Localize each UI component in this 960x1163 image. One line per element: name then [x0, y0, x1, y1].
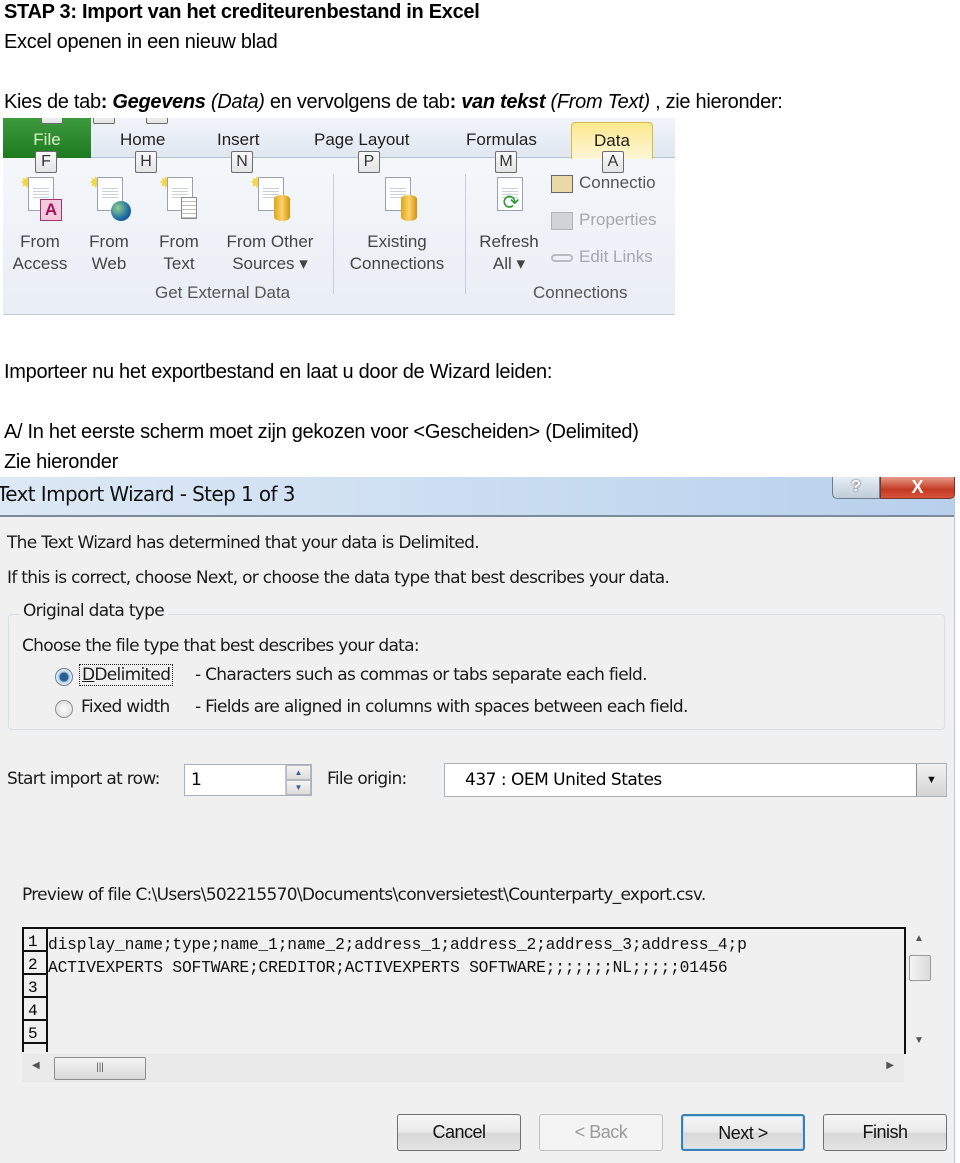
dialog-title: Text Import Wizard - Step 1 of 3 [0, 482, 295, 506]
file-preview-pane[interactable]: 1 2 3 4 5 display_name;type;name_1;name_… [22, 927, 933, 1054]
vertical-scroll-thumb[interactable] [909, 955, 931, 981]
back-button[interactable]: < Back [539, 1114, 663, 1151]
keytip-quick-3 [146, 118, 168, 124]
horizontal-scroll-thumb[interactable]: ||| [54, 1057, 146, 1080]
text-file-icon: ✸ [159, 173, 199, 225]
help-icon: ? [851, 478, 861, 495]
fixed-width-label[interactable]: Fixed width [81, 697, 170, 717]
finish-button[interactable]: Finish [823, 1114, 947, 1151]
instruction-see-below: Zie hieronder [4, 451, 118, 473]
web-globe-icon: ✸ [89, 173, 131, 225]
preview-line-numbers: 1 2 3 4 5 [24, 929, 48, 1052]
start-row-stepper[interactable]: 1 ▲ ▼ [184, 764, 312, 796]
preview-row [48, 1002, 904, 1025]
from-web-button[interactable]: ✸ From Web [81, 173, 137, 275]
keytip-home: H [135, 151, 157, 173]
chain-link-icon [551, 253, 573, 262]
choose-file-type-label: Choose the file type that best describes… [22, 636, 420, 656]
keytip-insert: N [231, 151, 253, 173]
access-database-icon: ✸ A [20, 173, 62, 225]
step-heading: STAP 3: Import van het crediteurenbestan… [4, 1, 480, 23]
instruction-delimited: A/ In het eerste scherm moet zijn gekoze… [4, 421, 639, 443]
preview-row: display_name;type;name_1;name_2;address_… [48, 935, 747, 954]
text-import-wizard-dialog: Text Import Wizard - Step 1 of 3 ? X The… [0, 477, 955, 1163]
refresh-icon: ⟳ [489, 173, 529, 225]
properties-icon [551, 211, 573, 230]
excel-ribbon-screenshot: File Home Insert Page Layout Formulas Da… [3, 118, 675, 315]
start-row-value[interactable]: 1 [191, 770, 202, 790]
preview-row [48, 1025, 904, 1048]
stepper-down-icon[interactable]: ▼ [286, 780, 311, 795]
refresh-all-button[interactable]: ⟳ Refresh All ▾ [473, 173, 545, 275]
tab-home[interactable]: Home [120, 130, 165, 150]
delimited-radio[interactable] [55, 668, 73, 686]
file-origin-label: File origin: [327, 769, 407, 789]
from-other-sources-button[interactable]: ✸ From Other Sources ▾ [217, 173, 323, 275]
preview-row [48, 979, 904, 1002]
line-number: 3 [24, 975, 46, 998]
fixed-width-radio[interactable] [55, 700, 73, 718]
file-origin-select[interactable]: 437 : OEM United States ▼ [444, 763, 947, 797]
keytip-quick-2 [93, 118, 115, 124]
keytip-quick-1 [41, 118, 63, 124]
horizontal-scrollbar[interactable]: ◀ ||| ▶ [22, 1054, 904, 1082]
group-separator [333, 174, 334, 294]
intro-text-1: The Text Wizard has determined that your… [7, 533, 480, 553]
next-button[interactable]: Next > [681, 1114, 805, 1151]
cancel-button[interactable]: Cancel [397, 1114, 521, 1151]
delimited-label[interactable]: DDelimited [79, 664, 174, 686]
tab-insert[interactable]: Insert [217, 130, 260, 150]
database-cylinder-icon: ✸ [250, 173, 290, 225]
line-number: 1 [24, 929, 46, 952]
line-number: 2 [24, 952, 46, 975]
scroll-down-icon[interactable]: ▼ [914, 1035, 924, 1046]
keytip-formulas: M [495, 151, 517, 173]
scroll-left-icon[interactable]: ◀ [32, 1060, 40, 1071]
connections-button[interactable]: Connectio [551, 173, 656, 193]
step-subheading: Excel openen in een nieuw blad [4, 31, 278, 53]
group-separator [465, 174, 466, 294]
close-button[interactable]: X [880, 477, 955, 499]
preview-content: display_name;type;name_1;name_2;address_… [48, 933, 904, 1048]
tab-formulas[interactable]: Formulas [466, 130, 537, 150]
group-label-connections: Connections [533, 283, 628, 302]
existing-connections-icon [377, 173, 417, 225]
edit-links-button[interactable]: Edit Links [551, 247, 653, 267]
group-label-get-external-data: Get External Data [155, 283, 291, 302]
original-data-type-group: Original data type Choose the file type … [8, 601, 945, 730]
properties-button[interactable]: Properties [551, 210, 656, 230]
dialog-titlebar: Text Import Wizard - Step 1 of 3 ? X [0, 477, 955, 517]
help-button[interactable]: ? [832, 477, 880, 499]
existing-connections-button[interactable]: Existing Connections [341, 173, 453, 275]
instruction-import: Importeer nu het exportbestand en laat u… [4, 361, 553, 383]
file-origin-value: 437 : OEM United States [465, 770, 662, 790]
scroll-right-icon[interactable]: ▶ [886, 1060, 894, 1071]
keytip-file: F [35, 151, 57, 173]
keytip-page-layout: P [358, 151, 380, 173]
tab-page-layout[interactable]: Page Layout [314, 130, 409, 150]
preview-file-label: Preview of file C:\Users\502215570\Docum… [22, 885, 706, 905]
chevron-down-icon[interactable]: ▼ [916, 764, 946, 796]
close-icon: X [911, 477, 924, 497]
group-label: Original data type [19, 601, 168, 621]
scroll-up-icon[interactable]: ▲ [914, 933, 924, 944]
vertical-scrollbar[interactable]: ▲ ▼ [904, 927, 933, 1054]
intro-text-2: If this is correct, choose Next, or choo… [7, 568, 670, 588]
keytip-data: A [602, 151, 624, 173]
stepper-buttons[interactable]: ▲ ▼ [285, 765, 311, 795]
line-number: 4 [24, 998, 46, 1021]
start-row-label: Start import at row: [7, 769, 160, 789]
preview-row: ACTIVEXPERTS SOFTWARE;CREDITOR;ACTIVEXPE… [48, 958, 728, 977]
from-text-button[interactable]: ✸ From Text [151, 173, 207, 275]
from-access-button[interactable]: ✸ A From Access [9, 173, 71, 275]
connections-icon [551, 174, 573, 193]
fixed-width-description: - Fields are aligned in columns with spa… [195, 697, 688, 717]
line-number: 5 [24, 1021, 46, 1044]
ribbon-tab-bar: File Home Insert Page Layout Formulas Da… [3, 118, 675, 159]
instruction-tabs: Kies de tab: Gegevens (Data) en vervolge… [4, 91, 783, 113]
delimited-description: - Characters such as commas or tabs sepa… [195, 665, 647, 685]
stepper-up-icon[interactable]: ▲ [286, 765, 311, 780]
